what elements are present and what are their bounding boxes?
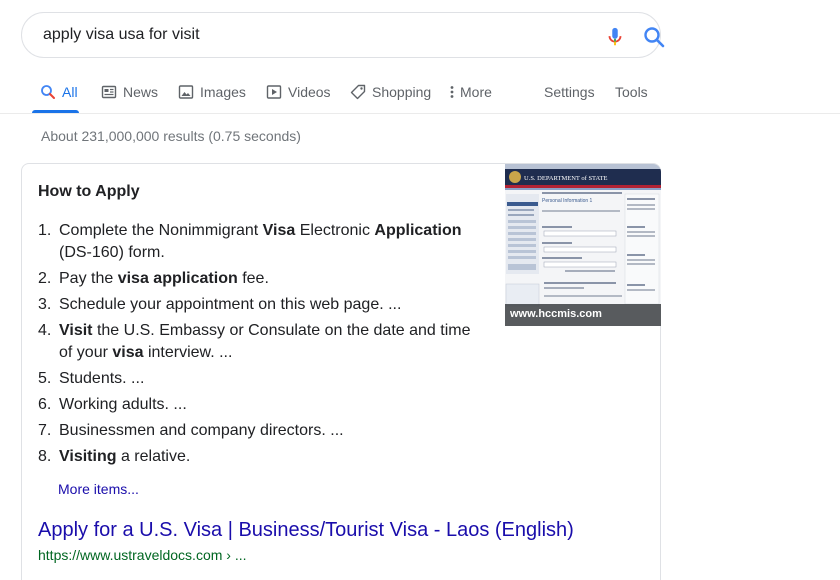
snippet-thumbnail[interactable]: U.S. DEPARTMENT of STATE Personal Inform… — [505, 164, 661, 326]
step-number: 5. — [38, 370, 52, 387]
result-stats: About 231,000,000 results (0.75 seconds) — [41, 128, 301, 144]
tab-videos[interactable]: Videos — [266, 82, 331, 102]
step-number: 1. — [38, 222, 52, 239]
thumbnail-header-text: U.S. DEPARTMENT of STATE — [524, 175, 607, 182]
tab-label: More — [460, 84, 492, 100]
featured-snippet: How to Apply 1. Complete the Nonimmigrant… — [21, 163, 661, 580]
tab-tools[interactable]: Tools — [615, 82, 648, 102]
step-text: Schedule your appointment on this web pa… — [59, 296, 402, 313]
newspaper-icon — [101, 85, 117, 99]
search-tabs: All News Images Videos Shopping More Set… — [0, 74, 840, 114]
tab-label: Settings — [544, 84, 595, 100]
tag-icon — [350, 84, 366, 100]
steps-list: 1. Complete the Nonimmigrant Visa Electro… — [38, 220, 478, 472]
form-screenshot-image: U.S. DEPARTMENT of STATE Personal Inform… — [505, 164, 661, 326]
tab-label: All — [62, 84, 78, 100]
step-text: Complete the Nonimmigrant Visa Electroni… — [59, 222, 462, 261]
image-icon — [178, 85, 194, 99]
play-icon — [266, 85, 282, 99]
step-item: 6. Working adults. ... — [38, 394, 478, 416]
tab-more[interactable]: More — [448, 82, 492, 102]
step-text: Students. ... — [59, 370, 145, 387]
microphone-icon[interactable] — [604, 25, 626, 49]
step-text: Pay the visa application fee. — [59, 270, 269, 287]
step-number: 3. — [38, 296, 52, 313]
step-number: 7. — [38, 422, 52, 439]
kebab-icon — [450, 86, 454, 98]
step-text: Visiting a relative. — [59, 448, 191, 465]
tab-shopping[interactable]: Shopping — [350, 82, 431, 102]
step-item: 2. Pay the visa application fee. — [38, 268, 478, 290]
more-items-link[interactable]: More items... — [58, 481, 139, 497]
step-item: 1. Complete the Nonimmigrant Visa Electro… — [38, 220, 478, 264]
search-input[interactable]: apply visa usa for visit — [43, 26, 200, 44]
step-text: Businessmen and company directors. ... — [59, 422, 344, 439]
tab-label: Tools — [615, 84, 648, 100]
thumbnail-form-title: Personal Information 1 — [542, 198, 593, 204]
step-number: 6. — [38, 396, 52, 413]
search-box[interactable]: apply visa usa for visit — [21, 12, 665, 58]
tab-label: Videos — [288, 84, 331, 100]
tab-label: News — [123, 84, 159, 100]
result-url[interactable]: https://www.ustraveldocs.com › ... — [38, 547, 247, 563]
step-number: 2. — [38, 270, 52, 287]
step-item: 7. Businessmen and company directors. ... — [38, 420, 478, 442]
snippet-title: How to Apply — [38, 183, 140, 200]
step-text: Working adults. ... — [59, 396, 187, 413]
tab-settings[interactable]: Settings — [544, 82, 595, 102]
result-title-link[interactable]: Apply for a U.S. Visa | Business/Tourist… — [38, 519, 574, 542]
tab-all[interactable]: All — [40, 82, 78, 102]
tab-images[interactable]: Images — [178, 82, 246, 102]
tab-news[interactable]: News — [101, 82, 158, 102]
step-item: 8. Visiting a relative. — [38, 446, 478, 468]
step-item: 3. Schedule your appointment on this web … — [38, 294, 478, 316]
step-item: 4. Visit the U.S. Embassy or Consulate on… — [38, 320, 478, 364]
step-text: Visit the U.S. Embassy or Consulate on t… — [59, 322, 471, 361]
tab-label: Images — [200, 84, 246, 100]
divider — [0, 113, 840, 114]
step-item: 5. Students. ... — [38, 368, 478, 390]
thumbnail-caption: www.hccmis.com — [505, 304, 661, 326]
step-number: 4. — [38, 322, 52, 339]
magnifier-icon[interactable] — [642, 25, 666, 49]
tab-label: Shopping — [372, 84, 432, 100]
search-icon — [41, 85, 55, 99]
step-number: 8. — [38, 448, 52, 465]
